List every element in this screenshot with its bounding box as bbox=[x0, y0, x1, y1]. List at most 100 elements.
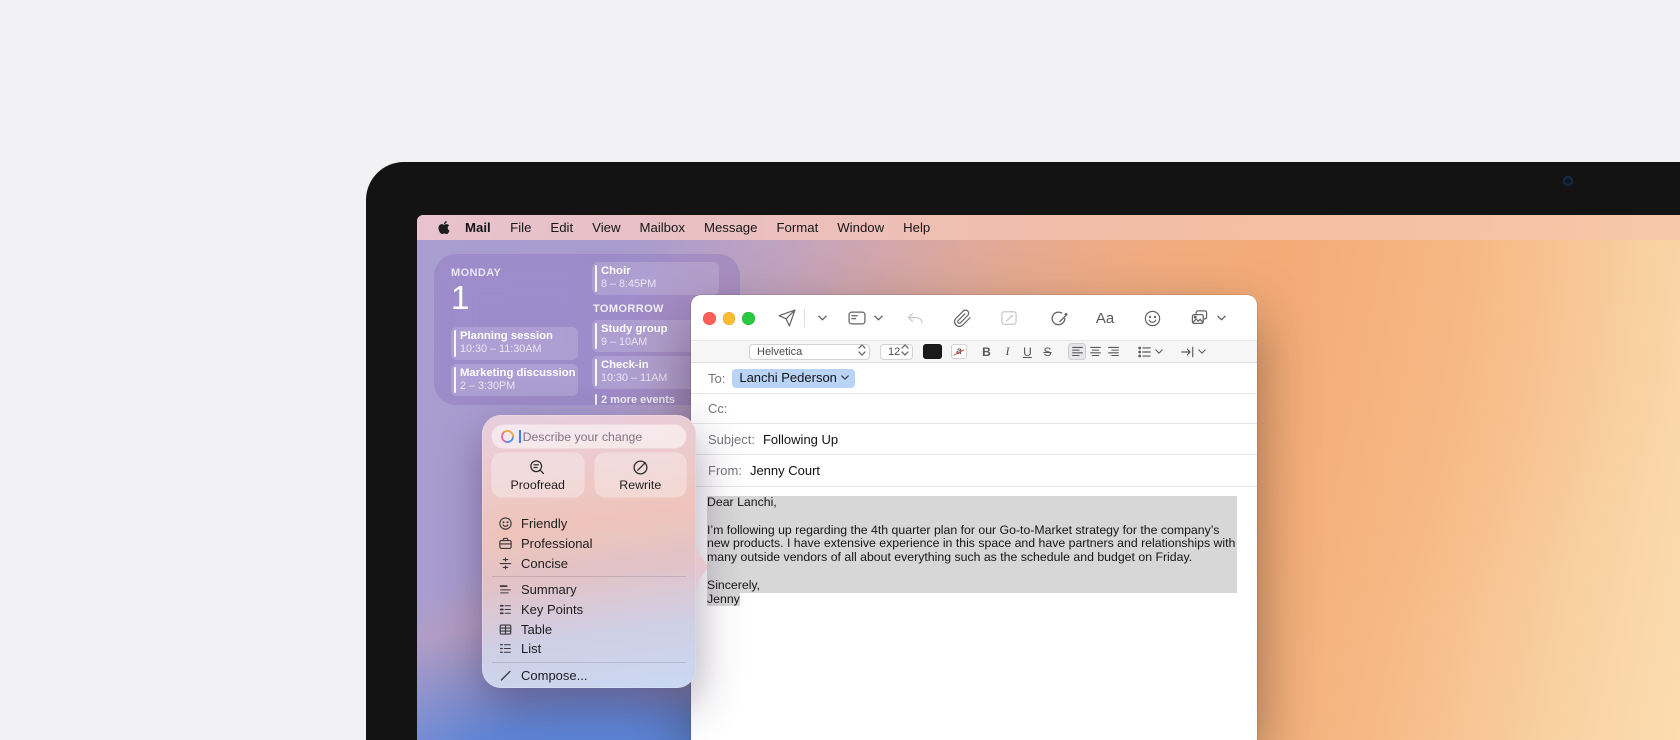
apple-logo-icon[interactable] bbox=[433, 220, 455, 235]
event-title: Planning session bbox=[460, 330, 572, 343]
font-size-value: 12 bbox=[888, 346, 900, 358]
menu-item-view[interactable]: View bbox=[583, 220, 630, 235]
cc-field[interactable]: Cc: bbox=[691, 394, 1257, 424]
recipient-name: Lanchi Pederson bbox=[739, 370, 837, 385]
calendar-event[interactable]: Choir 8 – 8:45PM bbox=[592, 262, 719, 295]
from-value: Jenny Court bbox=[750, 463, 820, 478]
desktop-wallpaper: Mail File Edit View Mailbox Message Form… bbox=[417, 215, 1680, 740]
format-list-item[interactable]: List bbox=[492, 639, 686, 659]
format-bar: Helvetica 12 a B I U S bbox=[691, 341, 1257, 363]
minimize-button[interactable] bbox=[723, 312, 736, 325]
menu-item-window[interactable]: Window bbox=[828, 220, 894, 235]
key-points-icon bbox=[496, 602, 514, 617]
menu-item-help[interactable]: Help bbox=[894, 220, 940, 235]
font-family-value: Helvetica bbox=[757, 346, 802, 358]
compose-toolbar: Aa bbox=[691, 295, 1257, 341]
menu-bar: Mail File Edit View Mailbox Message Form… bbox=[417, 215, 1680, 240]
selected-text-block: Dear Lanchi, I’m following up regarding … bbox=[707, 496, 1237, 593]
compose-item[interactable]: Compose... bbox=[492, 666, 686, 686]
proofread-button[interactable]: Proofread bbox=[492, 453, 584, 497]
format-button[interactable]: Aa bbox=[1094, 307, 1116, 329]
menu-item-format[interactable]: Format bbox=[767, 220, 828, 235]
apple-intelligence-icon bbox=[500, 429, 515, 444]
concise-icon bbox=[496, 556, 514, 571]
event-title: Marketing discussion bbox=[460, 367, 572, 380]
rewrite-button[interactable]: Rewrite bbox=[595, 453, 687, 497]
text-wrap-button[interactable] bbox=[1180, 345, 1206, 359]
cc-label: Cc: bbox=[708, 401, 728, 416]
tone-friendly-label: Friendly bbox=[521, 516, 567, 531]
menu-item-file[interactable]: File bbox=[501, 220, 541, 235]
format-key-points-item[interactable]: Key Points bbox=[492, 600, 686, 620]
align-center-button[interactable] bbox=[1086, 343, 1104, 360]
photo-browser-chevron-icon[interactable] bbox=[1210, 307, 1232, 329]
calendar-event[interactable]: Planning session 10:30 – 11:30AM bbox=[451, 327, 578, 360]
to-field[interactable]: To: Lanchi Pederson bbox=[691, 363, 1257, 394]
menu-item-mailbox[interactable]: Mailbox bbox=[630, 220, 694, 235]
camera-dot bbox=[1563, 176, 1573, 186]
list-style-button[interactable] bbox=[1137, 345, 1163, 359]
stepper-icon bbox=[901, 344, 909, 359]
align-right-button[interactable] bbox=[1104, 343, 1122, 360]
photo-browser-button[interactable] bbox=[1188, 307, 1210, 329]
message-body-editor[interactable]: Dear Lanchi, I’m following up regarding … bbox=[691, 487, 1257, 740]
highlight-color-well[interactable]: a bbox=[951, 344, 967, 359]
menu-divider bbox=[492, 662, 686, 663]
reply-icon bbox=[904, 307, 926, 329]
strikethrough-button[interactable]: S bbox=[1040, 345, 1055, 359]
calendar-day-label: MONDAY bbox=[451, 267, 584, 279]
zoom-button[interactable] bbox=[742, 312, 755, 325]
italic-button[interactable]: I bbox=[1000, 344, 1015, 359]
event-title: Choir bbox=[601, 265, 713, 278]
recipient-token[interactable]: Lanchi Pederson bbox=[732, 369, 855, 388]
send-options-chevron-icon[interactable] bbox=[811, 307, 833, 329]
font-family-select[interactable]: Helvetica bbox=[749, 344, 870, 360]
format-summary-item[interactable]: Summary bbox=[492, 580, 686, 600]
menu-item-message[interactable]: Message bbox=[694, 220, 767, 235]
align-left-button[interactable] bbox=[1068, 343, 1086, 360]
from-field[interactable]: From: Jenny Court bbox=[691, 455, 1257, 487]
display-bezel: Mail File Edit View Mailbox Message Form… bbox=[366, 162, 1680, 740]
tone-friendly-item[interactable]: Friendly bbox=[492, 514, 686, 534]
describe-change-input[interactable] bbox=[523, 430, 663, 444]
event-time: 10:30 – 11:30AM bbox=[460, 343, 572, 356]
event-time: 8 – 8:45PM bbox=[601, 278, 713, 291]
menu-divider bbox=[492, 576, 686, 577]
mail-compose-window: Aa Helvetica bbox=[691, 295, 1257, 740]
send-button[interactable] bbox=[776, 307, 798, 329]
attach-file-button[interactable] bbox=[951, 307, 973, 329]
tone-concise-label: Concise bbox=[521, 556, 568, 571]
body-blank-line bbox=[707, 510, 1237, 524]
tone-concise-item[interactable]: Concise bbox=[492, 553, 686, 573]
menu-item-mail[interactable]: Mail bbox=[455, 220, 501, 235]
popup-tail bbox=[696, 545, 707, 589]
calendar-day-number: 1 bbox=[451, 280, 584, 316]
rewrite-label: Rewrite bbox=[619, 478, 661, 492]
bold-button[interactable]: B bbox=[979, 345, 994, 359]
header-fields-chevron-icon[interactable] bbox=[867, 307, 889, 329]
rewrite-pencil-icon bbox=[632, 459, 649, 476]
from-label: From: bbox=[708, 463, 742, 478]
text-color-well[interactable] bbox=[923, 344, 942, 359]
subject-label: Subject: bbox=[708, 432, 755, 447]
body-signature: Jenny bbox=[707, 592, 740, 606]
underline-button[interactable]: U bbox=[1020, 345, 1035, 359]
writing-tools-button[interactable] bbox=[1047, 307, 1069, 329]
proofread-label: Proofread bbox=[511, 478, 565, 492]
tone-professional-item[interactable]: Professional bbox=[492, 534, 686, 554]
body-paragraph: I’m following up regarding the 4th quart… bbox=[707, 524, 1237, 565]
font-size-select[interactable]: 12 bbox=[880, 344, 913, 360]
compose-label: Compose... bbox=[521, 668, 587, 683]
format-table-item[interactable]: Table bbox=[492, 619, 686, 639]
list-icon bbox=[496, 641, 514, 656]
calendar-event[interactable]: Marketing discussion 2 – 3:30PM bbox=[451, 364, 578, 397]
header-fields-button[interactable] bbox=[846, 307, 868, 329]
subject-field[interactable]: Subject: Following Up bbox=[691, 424, 1257, 455]
menu-item-edit[interactable]: Edit bbox=[541, 220, 583, 235]
to-label: To: bbox=[708, 371, 725, 386]
proofread-magnifier-icon bbox=[529, 459, 546, 476]
emoji-button[interactable] bbox=[1141, 307, 1163, 329]
format-table-label: Table bbox=[521, 622, 552, 637]
toolbar-divider bbox=[804, 309, 805, 327]
close-button[interactable] bbox=[703, 312, 716, 325]
